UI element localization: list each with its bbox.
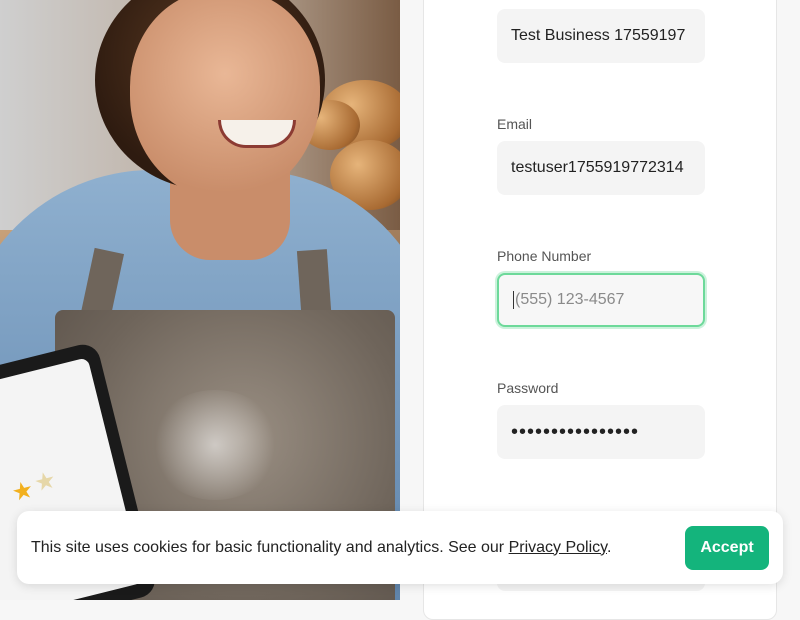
password-field[interactable]: •••••••••••••••• bbox=[497, 405, 705, 459]
star-icon: ★ bbox=[31, 466, 59, 498]
accept-button[interactable]: Accept bbox=[685, 525, 769, 570]
phone-placeholder: (555) 123-4567 bbox=[515, 291, 625, 308]
password-label: Password bbox=[497, 380, 559, 396]
email-field[interactable]: testuser1755919772314 bbox=[497, 141, 705, 195]
business-name-value: Test Business 17559197 bbox=[511, 27, 686, 44]
email-value: testuser1755919772314 bbox=[511, 159, 684, 176]
privacy-policy-link[interactable]: Privacy Policy bbox=[509, 539, 607, 556]
business-name-field[interactable]: Test Business 17559197 bbox=[497, 9, 705, 63]
phone-number-field[interactable]: (555) 123-4567 bbox=[497, 273, 705, 327]
password-masked-value: •••••••••••••••• bbox=[511, 420, 640, 443]
text-caret bbox=[513, 291, 514, 309]
phone-label: Phone Number bbox=[497, 248, 592, 264]
cookie-banner: This site uses cookies for basic functio… bbox=[17, 511, 783, 584]
cookie-text-end: . bbox=[606, 538, 612, 556]
email-label: Email bbox=[497, 116, 533, 132]
cookie-text: This site uses cookies for basic functio… bbox=[31, 538, 509, 556]
cookie-message: This site uses cookies for basic functio… bbox=[31, 539, 685, 557]
flour-dust bbox=[150, 390, 280, 500]
hero-image: ★ ★ bbox=[0, 0, 400, 600]
